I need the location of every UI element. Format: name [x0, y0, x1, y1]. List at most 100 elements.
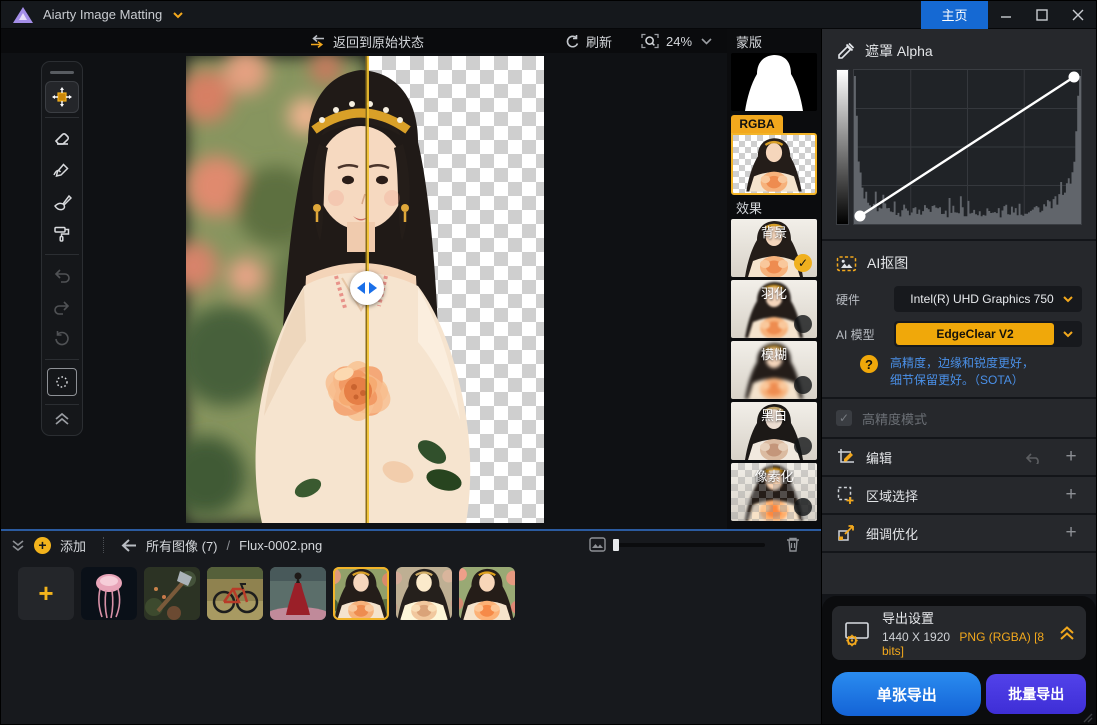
home-button[interactable]: 主页 [921, 1, 988, 29]
zoom-value: 24% [666, 34, 692, 49]
region-expand-button[interactable]: + [1060, 486, 1082, 504]
refine-expand-button[interactable]: + [1060, 524, 1082, 542]
region-select-section[interactable]: 区域选择 + [822, 477, 1096, 513]
current-filename: Flux-0002.png [239, 538, 322, 553]
effects-section-label: 效果 [731, 195, 817, 219]
model-hint-text: 高精度，边缘和锐度更好， 细节保留更好。（SOTA） [890, 355, 1034, 389]
zoom-dropdown-chevron[interactable] [701, 29, 712, 53]
refresh-button[interactable]: 刷新 [564, 29, 612, 53]
film-thumbnail-woman-roses-2[interactable] [459, 567, 515, 620]
effect-unchecked-icon[interactable] [794, 315, 812, 333]
filmstrip-panel: + 添加 所有图像 (7) / Flux-0002.png + [1, 529, 821, 724]
edit-section[interactable]: 编辑 + [822, 439, 1096, 475]
effect-unchecked-icon[interactable] [794, 437, 812, 455]
alpha-histogram[interactable] [853, 69, 1082, 225]
collapse-export-icon[interactable] [1058, 625, 1076, 641]
film-thumbnail-jellyfish[interactable] [81, 567, 137, 620]
effect-unchecked-icon[interactable] [794, 376, 812, 394]
ai-model-value: EdgeClear V2 [896, 323, 1054, 345]
refine-section[interactable]: 细调优化 + [822, 515, 1096, 551]
film-thumbnail-girl-flower-selected[interactable] [333, 567, 389, 620]
back-arrow-icon[interactable] [121, 539, 137, 552]
zoom-control[interactable]: 24% [641, 29, 692, 53]
redo-button[interactable] [45, 291, 79, 323]
export-settings-icon [842, 618, 872, 648]
precision-mode-label: 高精度模式 [862, 409, 927, 428]
reset-view-button[interactable]: 返回到原始状态 [309, 29, 424, 53]
compare-slider-handle[interactable] [350, 271, 384, 305]
resize-grip[interactable] [1079, 709, 1093, 723]
ai-model-select[interactable]: EdgeClear V2 [894, 321, 1082, 347]
add-image-label[interactable]: 添加 [60, 536, 86, 555]
film-thumbnail-bicycle[interactable] [207, 567, 263, 620]
export-settings-button[interactable]: 导出设置 1440 X 1920 PNG (RGBA) [8 bits] [832, 606, 1086, 660]
add-image-tile[interactable]: + [18, 567, 74, 620]
effect-thumbnail-background[interactable]: 背景 ✓ [731, 219, 817, 277]
ai-model-label: AI 模型 [836, 326, 894, 343]
thumbnail-size-slider[interactable] [613, 543, 765, 547]
breadcrumb-all-images[interactable]: 所有图像 (7) [146, 536, 218, 555]
rgba-tab[interactable]: RGBA [731, 115, 783, 133]
marquee-select-tool[interactable] [47, 368, 77, 396]
effect-thumbnail-bw[interactable]: 黑白 [731, 402, 817, 460]
pen-tool[interactable] [45, 154, 79, 186]
slider-right-arrow-icon [369, 282, 377, 294]
slider-handle[interactable] [613, 539, 619, 551]
reset-button[interactable] [45, 323, 79, 355]
alpha-mask-section: 遮罩 Alpha [822, 29, 1096, 239]
alpha-section-title: 遮罩 Alpha [865, 41, 933, 61]
ai-matting-icon [836, 254, 857, 273]
move-tool[interactable] [45, 81, 79, 113]
close-button[interactable] [1060, 1, 1096, 29]
effect-thumbnail-blur[interactable]: 模糊 [731, 341, 817, 399]
eraser-tool[interactable] [45, 122, 79, 154]
reset-view-label: 返回到原始状态 [333, 32, 424, 51]
undo-button[interactable] [45, 259, 79, 291]
maximize-button[interactable] [1024, 1, 1060, 29]
effect-thumbnail-feather[interactable]: 羽化 [731, 280, 817, 338]
effect-checked-icon[interactable]: ✓ [794, 254, 812, 272]
app-window: Aiarty Image Matting 主页 返回到原始状态 [0, 0, 1097, 725]
edit-expand-button[interactable]: + [1060, 448, 1082, 466]
hardware-select[interactable]: Intel(R) UHD Graphics 750 [894, 286, 1082, 312]
film-thumbnail-red-dress[interactable] [270, 567, 326, 620]
app-title: Aiarty Image Matting [43, 7, 162, 22]
palette-drag-handle[interactable] [50, 71, 74, 74]
help-icon[interactable]: ? [860, 355, 878, 373]
mask-thumbnail[interactable] [731, 53, 817, 111]
export-resolution: 1440 X 1920 [882, 630, 950, 644]
add-image-icon[interactable]: + [34, 537, 51, 554]
roller-tool[interactable] [45, 218, 79, 250]
mask-section-label: 蒙版 [731, 29, 817, 53]
brush-tool[interactable] [45, 186, 79, 218]
batch-export-button[interactable]: 批量导出 [986, 674, 1086, 714]
region-select-label: 区域选择 [866, 486, 918, 505]
rgba-thumbnail[interactable] [731, 133, 817, 195]
divider [103, 537, 104, 553]
film-thumbnail-axe[interactable] [144, 567, 200, 620]
effect-unchecked-icon[interactable] [794, 498, 812, 516]
film-thumbnail-woman-roses-1[interactable] [396, 567, 452, 620]
swap-arrows-icon [309, 34, 326, 49]
app-logo-icon [13, 7, 33, 23]
eyedropper-icon[interactable] [836, 42, 855, 61]
edit-undo-icon[interactable] [1024, 450, 1042, 464]
minimize-button[interactable] [988, 1, 1024, 29]
refine-label: 细调优化 [866, 524, 918, 543]
chevron-down-icon[interactable] [172, 11, 184, 19]
chevron-down-icon [1062, 330, 1074, 338]
effect-thumbnail-pixelate[interactable]: 像素化 [731, 463, 817, 521]
chevron-down-icon [1062, 295, 1074, 303]
ai-section-title: AI抠图 [867, 253, 908, 273]
collapse-filmstrip-icon[interactable] [11, 539, 25, 552]
delete-image-icon[interactable] [785, 536, 801, 553]
slider-left-arrow-icon [357, 282, 365, 294]
refine-icon [836, 523, 856, 543]
refresh-label: 刷新 [586, 32, 612, 51]
precision-mode-checkbox[interactable]: ✓ [836, 410, 852, 426]
single-export-button[interactable]: 单张导出 [832, 672, 981, 716]
collapse-palette-button[interactable] [45, 409, 79, 429]
panel-empty-area [822, 553, 1096, 594]
edit-icon [836, 447, 856, 467]
ai-matting-section: AI抠图 硬件 Intel(R) UHD Graphics 750 AI 模型 … [822, 241, 1096, 397]
